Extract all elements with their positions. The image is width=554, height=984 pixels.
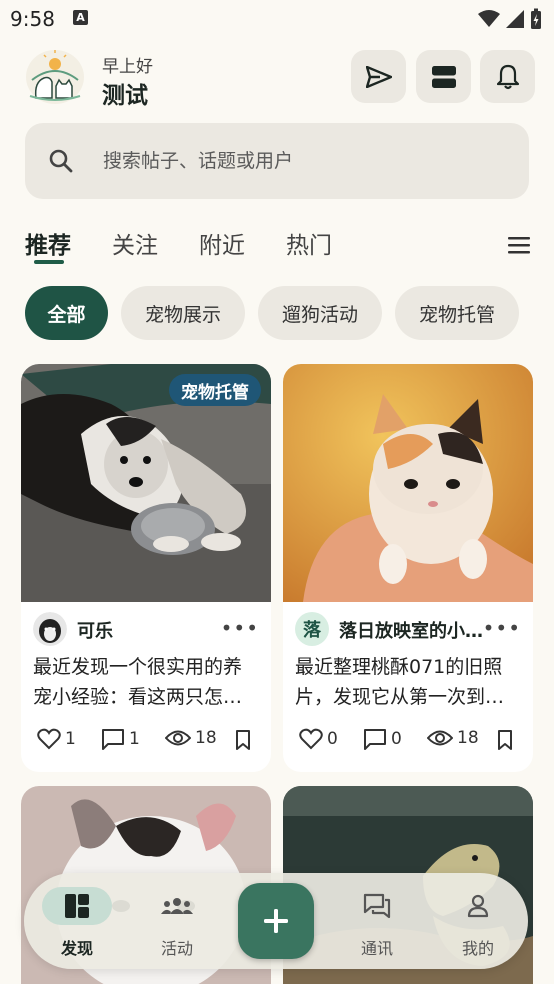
bookmark-icon[interactable] (497, 730, 513, 750)
post-text-line: 最近整理桃酥071的旧照 (295, 656, 503, 678)
chip-pet-boarding[interactable]: 宠物托管 (395, 286, 519, 340)
post-excerpt: 最近发现一个很实用的养 宠小经验：看这两只怎… (33, 652, 261, 712)
bookmark-icon[interactable] (235, 730, 251, 750)
heart-icon (299, 728, 323, 750)
header: 早上好 测试 (0, 48, 554, 109)
post-card[interactable]: 宠物托管 可乐 ••• 最近发现一个很实用的养 宠小经验：看这两只怎… 1 1 … (21, 364, 271, 772)
send-button[interactable] (351, 50, 406, 103)
like-button[interactable]: 1 (37, 728, 76, 750)
search-icon (49, 149, 73, 173)
nav-messages[interactable]: 通讯 (334, 873, 414, 969)
nav-label: 通讯 (360, 939, 393, 958)
bottom-navigation: 发现 活动 通讯 我的 (24, 873, 528, 969)
discover-icon (65, 894, 89, 918)
battery-icon (531, 8, 541, 29)
post-excerpt: 最近整理桃酥071的旧照 片，发现它从第一次到… (295, 652, 523, 712)
category-chips: 全部 宠物展示 遛狗活动 宠物托管 (0, 286, 554, 340)
app-logo (26, 50, 84, 104)
comment-count: 0 (391, 729, 402, 749)
avatar-letter: 落 (303, 620, 321, 641)
menu-icon[interactable] (506, 234, 532, 256)
chat-icon (363, 893, 391, 919)
post-text-line: 宠小经验：看这两只怎… (33, 686, 243, 708)
active-tab-indicator (34, 260, 64, 264)
wifi-icon (478, 10, 500, 27)
like-count: 1 (65, 729, 76, 749)
like-button[interactable]: 0 (299, 728, 338, 750)
layout-toggle-icon (431, 65, 456, 88)
comment-button[interactable]: 1 (101, 728, 140, 750)
username-text: 测试 (102, 83, 148, 109)
status-time: 9:58 (10, 7, 55, 31)
more-options-icon[interactable]: ••• (221, 616, 259, 640)
plus-icon (264, 909, 288, 933)
status-bar: 9:58 A (0, 0, 554, 38)
status-icons (478, 8, 542, 30)
views: 18 (427, 728, 479, 748)
avatar: 落 (295, 612, 329, 646)
comment-button[interactable]: 0 (363, 728, 402, 750)
view-count: 18 (195, 728, 217, 748)
post-text-line: 片，发现它从第一次到… (295, 686, 505, 708)
nav-label: 发现 (60, 939, 93, 958)
like-count: 0 (327, 729, 338, 749)
chip-pet-show[interactable]: 宠物展示 (121, 286, 245, 340)
post-text-line: 最近发现一个很实用的养 (33, 656, 243, 678)
send-icon (365, 65, 392, 88)
feed-tabs: 推荐 关注 附近 热门 (0, 222, 554, 270)
search-input[interactable] (103, 123, 503, 199)
tab-recommended[interactable]: 推荐 (25, 226, 71, 260)
views: 18 (165, 728, 217, 748)
profile-icon (467, 894, 489, 918)
post-stats: 1 1 18 (35, 728, 261, 756)
notification-icon: A (73, 10, 88, 25)
search-bar[interactable] (25, 123, 529, 199)
post-image (283, 364, 533, 602)
nav-profile[interactable]: 我的 (435, 873, 515, 969)
nav-discover[interactable]: 发现 (34, 873, 114, 969)
avatar (33, 612, 67, 646)
tab-following[interactable]: 关注 (112, 226, 158, 260)
chip-dog-walking[interactable]: 遛狗活动 (258, 286, 382, 340)
heart-icon (37, 728, 61, 750)
tab-nearby[interactable]: 附近 (199, 226, 245, 260)
nav-label: 我的 (461, 939, 494, 958)
author-row[interactable]: 可乐 ••• (33, 612, 259, 646)
eye-icon (165, 730, 191, 746)
category-badge: 宠物托管 (169, 374, 261, 406)
author-row[interactable]: 落 落日放映室的小… ••• (295, 612, 521, 646)
more-options-icon[interactable]: ••• (483, 616, 521, 640)
group-icon (161, 898, 193, 914)
post-stats: 0 0 18 (297, 728, 523, 756)
post-card[interactable]: 落 落日放映室的小… ••• 最近整理桃酥071的旧照 片，发现它从第一次到… … (283, 364, 533, 772)
comment-count: 1 (129, 729, 140, 749)
create-post-button[interactable] (238, 883, 314, 959)
greeting-text: 早上好 (102, 57, 153, 77)
chip-all[interactable]: 全部 (25, 286, 108, 340)
nav-activities[interactable]: 活动 (134, 873, 214, 969)
eye-icon (427, 730, 453, 746)
nav-label: 活动 (160, 939, 193, 958)
comment-icon (102, 729, 124, 750)
comment-icon (364, 729, 386, 750)
signal-icon (506, 10, 524, 28)
bell-icon (496, 64, 519, 89)
author-name: 落日放映室的小… (339, 621, 483, 642)
author-name: 可乐 (77, 621, 113, 642)
view-count: 18 (457, 728, 479, 748)
tab-hot[interactable]: 热门 (286, 226, 332, 260)
notifications-button[interactable] (480, 50, 535, 103)
layout-toggle-button[interactable] (416, 50, 471, 103)
